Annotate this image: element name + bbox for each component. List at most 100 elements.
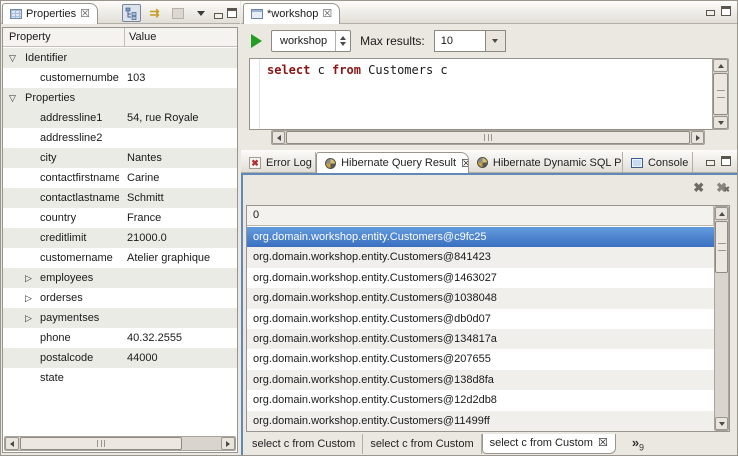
tab-error-log[interactable]: ✖ Error Log (241, 152, 316, 173)
collapsed-arrow-icon[interactable]: ▷ (25, 268, 32, 288)
property-row[interactable]: addressline154, rue Royale (3, 108, 237, 128)
property-row[interactable]: ▽Properties (3, 88, 237, 108)
table-row[interactable]: org.domain.workshop.entity.Customers@103… (247, 288, 714, 308)
properties-hscrollbar[interactable] (4, 436, 236, 451)
table-row[interactable]: org.domain.workshop.entity.Customers@841… (247, 247, 714, 267)
column-header-value[interactable]: Value (129, 28, 156, 46)
tab-console[interactable]: Console (623, 152, 693, 173)
scroll-left-button[interactable] (5, 437, 19, 450)
minimize-button[interactable] (214, 13, 223, 19)
column-header-property[interactable]: Property (9, 28, 51, 46)
table-row[interactable]: org.domain.workshop.entity.Customers@12d… (247, 390, 714, 410)
property-row[interactable]: contactlastnameSchmitt (3, 188, 237, 208)
result-column-header[interactable]: 0 (247, 206, 714, 226)
query-result-tab[interactable]: select c from Custom☒ (482, 434, 616, 454)
property-row[interactable]: postalcode44000 (3, 348, 237, 368)
scroll-up-button[interactable] (715, 207, 728, 220)
table-row[interactable]: org.domain.workshop.entity.Customers@138… (247, 370, 714, 390)
editor-vscrollbar[interactable] (712, 58, 729, 130)
close-icon[interactable]: ☒ (80, 9, 90, 20)
query-result-tab[interactable]: select c from Custom (245, 434, 363, 454)
close-icon[interactable]: ☒ (598, 434, 608, 453)
vscroll-thumb[interactable] (715, 221, 728, 273)
maximize-button[interactable] (721, 156, 731, 166)
minimize-button[interactable] (706, 160, 715, 166)
hql-text-area[interactable]: select c from Customers c (249, 58, 721, 130)
maximize-button[interactable] (227, 8, 237, 18)
property-name: paymentses (40, 308, 119, 328)
tab-hibernate-query-result[interactable]: Hibernate Query Result ☒ (316, 152, 469, 173)
scroll-down-button[interactable] (715, 417, 728, 430)
collapsed-arrow-icon[interactable]: ▷ (25, 288, 32, 308)
vscroll-thumb[interactable] (713, 73, 728, 115)
max-results-input[interactable]: 10 (434, 30, 486, 52)
tree-mode-button[interactable] (122, 4, 141, 22)
expanded-arrow-icon[interactable]: ▽ (9, 48, 16, 68)
editor-hscrollbar[interactable] (271, 130, 705, 145)
tab-properties[interactable]: Properties ☒ (2, 3, 98, 24)
property-name: addressline2 (40, 128, 119, 148)
column-divider[interactable] (124, 28, 125, 46)
table-row[interactable]: org.domain.workshop.entity.Customers@c9f… (247, 227, 714, 247)
close-icon[interactable]: ☒ (461, 157, 469, 170)
close-icon[interactable]: ☒ (322, 9, 332, 20)
max-results-dropdown-button[interactable] (486, 30, 506, 52)
show-advanced-properties-button[interactable]: ⇉ (145, 4, 164, 22)
result-view-tabs: ✖ Error Log Hibernate Query Result ☒ Hib… (241, 150, 693, 173)
scroll-right-button[interactable] (221, 437, 235, 450)
combo-spinner-icon[interactable] (335, 31, 350, 51)
scroll-left-button[interactable] (272, 131, 285, 144)
remove-all-results-button[interactable]: ✖✖ (716, 181, 727, 195)
restore-value-button[interactable] (168, 4, 187, 22)
remove-result-button[interactable]: ✖ (693, 181, 704, 195)
property-row[interactable]: countryFrance (3, 208, 237, 228)
property-row[interactable]: customernameAtelier graphique (3, 248, 237, 268)
editor-window-buttons (706, 5, 731, 16)
scroll-right-button[interactable] (691, 131, 704, 144)
hql-editor-part: *workshop ☒ workshop Max results: 10 sel… (241, 1, 738, 150)
hscroll-thumb[interactable] (20, 437, 182, 450)
property-row[interactable]: state (3, 368, 237, 388)
result-rows: org.domain.workshop.entity.Customers@c9f… (247, 227, 714, 431)
tab-label: Error Log (266, 157, 312, 169)
console-icon (631, 158, 643, 168)
property-row[interactable]: ▷orderses (3, 288, 237, 308)
property-row[interactable]: ▷ paymentses (3, 308, 237, 328)
minimize-button[interactable] (706, 10, 715, 16)
collapsed-arrow-icon[interactable]: ▷ (25, 308, 32, 328)
restore-value-icon (172, 8, 184, 19)
query-result-part: ✖ Error Log Hibernate Query Result ☒ Hib… (241, 150, 738, 456)
scroll-down-button[interactable] (713, 116, 728, 129)
table-row[interactable]: org.domain.workshop.entity.Customers@db0… (247, 309, 714, 329)
property-value: 54, rue Royale (127, 108, 235, 128)
tab-workshop-editor[interactable]: *workshop ☒ (243, 3, 340, 24)
property-row[interactable]: addressline2 (3, 128, 237, 148)
properties-icon (10, 9, 22, 19)
maximize-button[interactable] (721, 6, 731, 16)
property-row[interactable]: customernumbe103 (3, 68, 237, 88)
table-row[interactable]: org.domain.workshop.entity.Customers@114… (247, 411, 714, 431)
tab-overflow-indicator[interactable]: »9 (632, 434, 644, 456)
property-row[interactable]: contactfirstnameCarine (3, 168, 237, 188)
property-row[interactable]: cityNantes (3, 148, 237, 168)
table-row[interactable]: org.domain.workshop.entity.Customers@134… (247, 329, 714, 349)
query-result-tabstrip: select c from Customselect c from Custom… (245, 434, 735, 454)
property-row[interactable]: ▷employees (3, 268, 237, 288)
configuration-combo[interactable]: workshop (271, 30, 351, 52)
expanded-arrow-icon[interactable]: ▽ (9, 88, 16, 108)
property-row[interactable]: ▽Identifier (3, 48, 237, 68)
property-row[interactable]: phone40.32.2555 (3, 328, 237, 348)
hql-editor-icon (251, 9, 263, 19)
hql-query-text[interactable]: select c from Customers c (267, 63, 448, 77)
table-row[interactable]: org.domain.workshop.entity.Customers@207… (247, 349, 714, 369)
scroll-up-button[interactable] (713, 59, 728, 72)
property-row[interactable]: creditlimit21000.0 (3, 228, 237, 248)
table-row[interactable]: org.domain.workshop.entity.Customers@146… (247, 268, 714, 288)
hscroll-thumb[interactable] (286, 131, 690, 144)
run-query-button[interactable] (251, 34, 262, 48)
tab-hibernate-dynamic-sql[interactable]: Hibernate Dynamic SQL Pr (469, 152, 623, 173)
view-menu-button[interactable] (191, 4, 210, 22)
result-body: ✖ ✖✖ 0 org.domain.workshop.entity.Custom… (241, 173, 738, 456)
result-vscrollbar[interactable] (714, 206, 729, 431)
query-result-tab[interactable]: select c from Custom (363, 434, 481, 454)
